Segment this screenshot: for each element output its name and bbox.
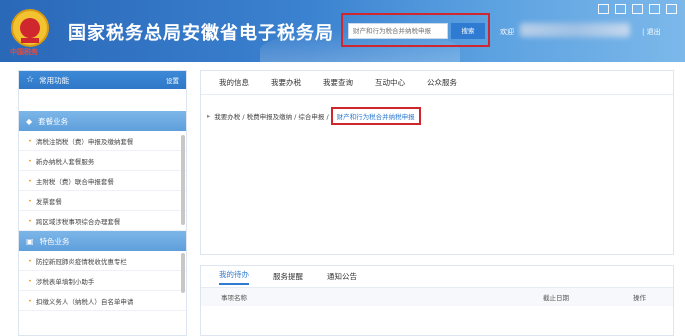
top-toolbar	[598, 4, 677, 14]
tab-query[interactable]: 我要查询	[323, 77, 353, 88]
breadcrumb-arrow-icon: ▸	[207, 112, 211, 120]
common-settings-link[interactable]: 设置	[166, 75, 179, 85]
list-item-label: 跨区域涉税事项综合办理套餐	[35, 217, 121, 226]
home-icon[interactable]	[598, 4, 609, 14]
bookmark-icon[interactable]	[649, 4, 660, 14]
package-section-title: 套餐业务	[38, 116, 69, 126]
list-item[interactable]: • 清税注销税（费）申报及缴纳套餐	[19, 131, 186, 151]
bullet-icon: •	[28, 216, 32, 225]
todo-table-header: 事项名称 截止日期 操作	[201, 288, 673, 306]
welcome-text: 欢迎	[500, 28, 514, 36]
tab-public-service[interactable]: 公众服务	[427, 77, 457, 88]
tab-service-reminder[interactable]: 服务提醒	[273, 271, 303, 282]
package-list: • 清税注销税（费）申报及缴纳套餐 • 新办纳税人套餐服务 • 主附税（费）联合申报套…	[19, 131, 186, 231]
bullet-icon: •	[28, 136, 32, 145]
feature-scrollbar[interactable]	[181, 253, 185, 293]
list-item-label: 扣缴义务人（纳税人）自名单申请	[35, 297, 134, 306]
breadcrumb: ▸ 我要办税 / 税费申报及缴纳 / 综合申报 / 财产和行为税合并纳税申报	[207, 107, 421, 125]
col-operation: 操作	[633, 294, 646, 302]
common-functions-title: 常用功能	[39, 75, 70, 85]
bullet-icon: •	[28, 176, 32, 185]
list-item[interactable]: • 主附税（费）联合申报套餐	[19, 171, 186, 191]
list-item-label: 新办纳税人套餐服务	[35, 157, 95, 166]
list-item-label: 涉税表单填制小助手	[35, 277, 95, 286]
logo-subtitle: 中国税务	[10, 48, 38, 56]
search-highlight-box: 搜索	[341, 13, 490, 47]
search-input[interactable]	[348, 23, 448, 39]
message-icon[interactable]	[632, 4, 643, 14]
feature-icon: ▣	[26, 236, 34, 246]
logout-link[interactable]: | 退出	[642, 27, 661, 37]
list-item[interactable]: • 新办纳税人套餐服务	[19, 151, 186, 171]
bullet-icon: •	[28, 296, 32, 305]
list-item-label: 清税注销税（费）申报及缴纳套餐	[35, 137, 134, 146]
col-deadline: 截止日期	[543, 294, 569, 302]
list-item[interactable]: • 发票套餐	[19, 191, 186, 211]
tab-notice[interactable]: 通知公告	[327, 271, 357, 282]
search-button[interactable]: 搜索	[451, 23, 485, 39]
left-sidebar: ☆ 常用功能 设置 ◆ 套餐业务 • 清税注销税（费）申报及缴纳套餐 • 新办纳税人…	[18, 70, 187, 336]
tab-handle-tax[interactable]: 我要办税	[271, 77, 301, 88]
header-banner: 中国税务 国家税务总局安徽省电子税务局 搜索 欢迎 | 退出	[0, 0, 685, 62]
bullet-icon: •	[28, 256, 32, 265]
feature-list: • 防控新冠肺炎疫情税收优惠专栏 • 涉税表单填制小助手 • 扣缴义务人（纳税人）自名…	[19, 251, 186, 311]
list-item[interactable]: • 涉税表单填制小助手	[19, 271, 186, 291]
list-item[interactable]: • 防控新冠肺炎疫情税收优惠专栏	[19, 251, 186, 271]
star-icon: ☆	[26, 75, 35, 85]
list-item-label: 发票套餐	[35, 197, 62, 206]
todo-panel: 我的待办 服务提醒 通知公告 事项名称 截止日期 操作	[200, 265, 674, 336]
package-section-header[interactable]: ◆ 套餐业务	[19, 111, 186, 131]
list-item[interactable]: • 跨区域涉税事项综合办理套餐	[19, 211, 186, 231]
common-functions-header: ☆ 常用功能 设置	[19, 71, 186, 89]
common-functions-body	[19, 89, 186, 111]
list-item[interactable]: • 扣缴义务人（纳税人）自名单申请	[19, 291, 186, 311]
tax-emblem-icon	[11, 9, 49, 47]
main-tabs: 我的信息 我要办税 我要查询 互动中心 公众服务	[201, 71, 673, 95]
list-item-label: 防控新冠肺炎疫情税收优惠专栏	[35, 257, 127, 266]
bullet-icon: •	[28, 156, 32, 165]
tab-interaction[interactable]: 互动中心	[375, 77, 405, 88]
feature-section-title: 特色业务	[39, 236, 70, 246]
feature-section-header[interactable]: ▣ 特色业务	[19, 231, 186, 251]
col-item-name: 事项名称	[221, 294, 247, 302]
settings-icon[interactable]	[666, 4, 677, 14]
main-panel: 我的信息 我要办税 我要查询 互动中心 公众服务 ▸ 我要办税 / 税费申报及缴…	[200, 70, 674, 255]
fullscreen-icon[interactable]	[615, 4, 626, 14]
list-item-label: 主附税（费）联合申报套餐	[35, 177, 114, 186]
todo-tabs: 我的待办 服务提醒 通知公告	[201, 266, 673, 288]
site-title: 国家税务总局安徽省电子税务局	[68, 23, 334, 44]
breadcrumb-current[interactable]: 财产和行为税合并纳税申报	[330, 107, 421, 125]
bullet-icon: •	[28, 276, 32, 285]
user-name-redacted	[520, 23, 630, 37]
bullet-icon: •	[28, 196, 32, 205]
tab-my-info[interactable]: 我的信息	[219, 77, 249, 88]
package-scrollbar[interactable]	[181, 135, 185, 225]
breadcrumb-path[interactable]: 我要办税 / 税费申报及缴纳 / 综合申报 /	[214, 111, 328, 121]
package-icon: ◆	[26, 116, 33, 126]
tab-my-todo[interactable]: 我的待办	[219, 269, 249, 285]
